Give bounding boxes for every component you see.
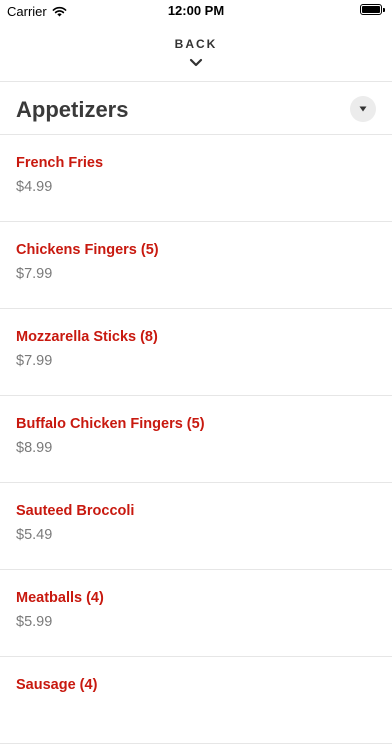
item-name: Meatballs (4) — [16, 590, 104, 606]
section-header: Appetizers — [0, 82, 392, 135]
menu-item-chickens-fingers[interactable]: Chickens Fingers (5) $7.99 — [0, 222, 392, 309]
menu-list: French Fries $4.99 Chickens Fingers (5) … — [0, 135, 392, 744]
back-label: BACK — [174, 37, 218, 51]
menu-item-buffalo-chicken-fingers[interactable]: Buffalo Chicken Fingers (5) $8.99 — [0, 396, 392, 483]
item-name: Sauteed Broccoli — [16, 503, 135, 519]
back-button[interactable]: BACK — [0, 22, 392, 82]
item-name: Chickens Fingers (5) — [16, 242, 159, 258]
menu-item-meatballs[interactable]: Meatballs (4) $5.99 — [0, 570, 392, 657]
clock: 12:00 PM — [167, 3, 225, 18]
menu-item-sauteed-broccoli[interactable]: Sauteed Broccoli $5.49 — [0, 483, 392, 570]
status-bar: Carrier 12:00 PM — [0, 0, 392, 22]
item-price: $4.99 — [16, 179, 53, 195]
section-title: Appetizers — [16, 97, 129, 122]
item-name: French Fries — [16, 155, 104, 171]
section-dropdown-button[interactable] — [350, 96, 376, 122]
item-price: $7.99 — [16, 266, 53, 282]
chevron-down-icon — [189, 58, 203, 67]
item-price: $5.99 — [16, 614, 53, 630]
menu-item-sausage[interactable]: Sausage (4) — [0, 657, 392, 744]
battery-icon — [360, 4, 385, 15]
menu-item-mozzarella-sticks[interactable]: Mozzarella Sticks (8) $7.99 — [0, 309, 392, 396]
item-price: $5.49 — [16, 527, 53, 543]
item-name: Buffalo Chicken Fingers (5) — [16, 416, 205, 432]
item-price: $7.99 — [16, 353, 53, 369]
caret-down-icon — [359, 106, 367, 112]
menu-item-french-fries[interactable]: French Fries $4.99 — [0, 135, 392, 222]
item-name: Mozzarella Sticks (8) — [16, 329, 158, 345]
item-name: Sausage (4) — [16, 677, 98, 693]
item-price: $8.99 — [16, 440, 53, 456]
